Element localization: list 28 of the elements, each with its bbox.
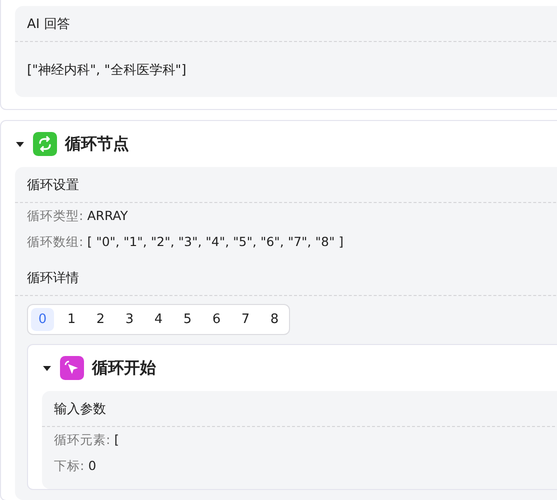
caret-icon[interactable] <box>15 139 25 149</box>
iteration-tab[interactable]: 7 <box>234 308 257 331</box>
iteration-tab[interactable]: 8 <box>263 308 286 331</box>
section-title: 输入参数 <box>42 391 557 427</box>
field-value: 0 <box>88 458 96 475</box>
field-label: 循环数组: <box>27 234 84 251</box>
answer-text: ["神经内科", "全科医学科"] <box>26 62 188 80</box>
iteration-tab[interactable]: 3 <box>118 308 141 331</box>
field-label: 循环类型: <box>27 208 84 225</box>
node-title: 循环开始 <box>92 358 156 378</box>
iteration-tab[interactable]: 4 <box>147 308 170 331</box>
node-title: 循环节点 <box>65 134 129 154</box>
iteration-tab[interactable]: 2 <box>89 308 112 331</box>
section-title: 循环详情 <box>15 255 557 296</box>
iteration-tab[interactable]: 6 <box>205 308 228 331</box>
field-label: 循环元素: <box>54 432 110 449</box>
iteration-tab[interactable]: 1 <box>60 308 83 331</box>
field-value: ARRAY <box>87 208 128 225</box>
loop-icon <box>33 132 57 156</box>
field-value: [ <box>114 432 120 449</box>
section-title: AI 回答 <box>15 6 557 42</box>
caret-icon[interactable] <box>42 363 52 373</box>
field-label: 下标: <box>54 458 84 475</box>
iteration-tab[interactable]: 5 <box>176 308 199 331</box>
iteration-tab[interactable]: 0 <box>31 308 54 331</box>
field-value: [ "0", "1", "2", "3", "4", "5", "6", "7", "8" ] <box>87 234 344 251</box>
section-title: 循环设置 <box>15 167 557 203</box>
cursor-icon <box>60 356 84 380</box>
